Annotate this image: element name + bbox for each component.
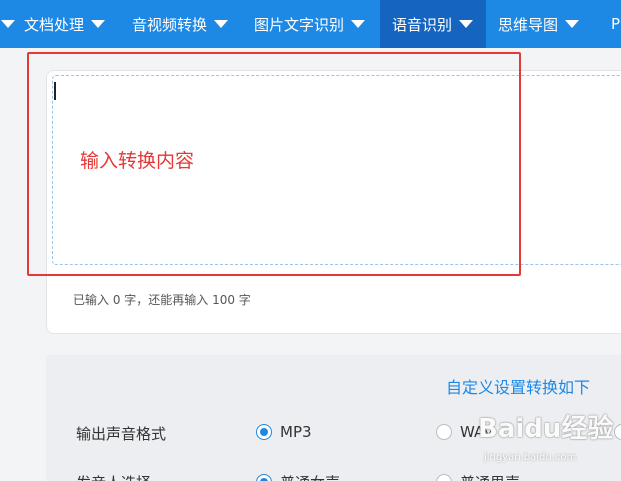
chevron-down-icon xyxy=(214,20,229,28)
nav-item-label: 思维导图 xyxy=(498,15,559,34)
voice-option-label: 普通女声 xyxy=(280,472,340,481)
chevron-down-icon xyxy=(565,20,580,28)
format-radio-wav[interactable] xyxy=(436,424,452,440)
nav-item-prev[interactable] xyxy=(0,0,15,48)
annotation-text: 输入转换内容 xyxy=(80,150,195,172)
char-counter: 已输入 0 字，还能再输入 100 字 xyxy=(73,293,251,307)
voice-label: 发音人选择 xyxy=(76,472,151,481)
nav-item-more[interactable]: P xyxy=(611,0,620,48)
chevron-down-icon xyxy=(91,20,106,28)
nav-item-image-ocr[interactable]: 图片文字识别 xyxy=(254,0,366,48)
page: 文档处理 音视频转换 图片文字识别 语音识别 思维导图 P 输入转换内容 已输入… xyxy=(0,0,621,481)
nav-item-mindmap[interactable]: 思维导图 xyxy=(498,0,580,48)
nav-item-speech[interactable]: 语音识别 xyxy=(380,0,486,48)
format-option-label: MP3 xyxy=(280,423,312,441)
nav-item-label: P xyxy=(611,15,621,33)
top-nav: 文档处理 音视频转换 图片文字识别 语音识别 思维导图 P xyxy=(0,0,621,48)
format-option-label: WAV xyxy=(460,423,494,441)
chevron-down-icon xyxy=(351,20,366,28)
voice-option-label: 普通男声 xyxy=(460,472,520,481)
nav-item-label: 语音识别 xyxy=(392,15,453,34)
nav-item-document[interactable]: 文档处理 xyxy=(24,0,106,48)
nav-item-label: 音视频转换 xyxy=(132,15,208,34)
format-radio-mp3[interactable] xyxy=(256,424,272,440)
nav-item-av-convert[interactable]: 音视频转换 xyxy=(132,0,229,48)
chevron-down-icon xyxy=(459,20,474,28)
nav-item-label: 图片文字识别 xyxy=(254,15,345,34)
nav-item-label: 文档处理 xyxy=(24,15,85,34)
chevron-down-icon xyxy=(0,20,15,28)
custom-settings-link[interactable]: 自定义设置转换如下 xyxy=(446,374,590,398)
format-label: 输出声音格式 xyxy=(76,425,167,443)
